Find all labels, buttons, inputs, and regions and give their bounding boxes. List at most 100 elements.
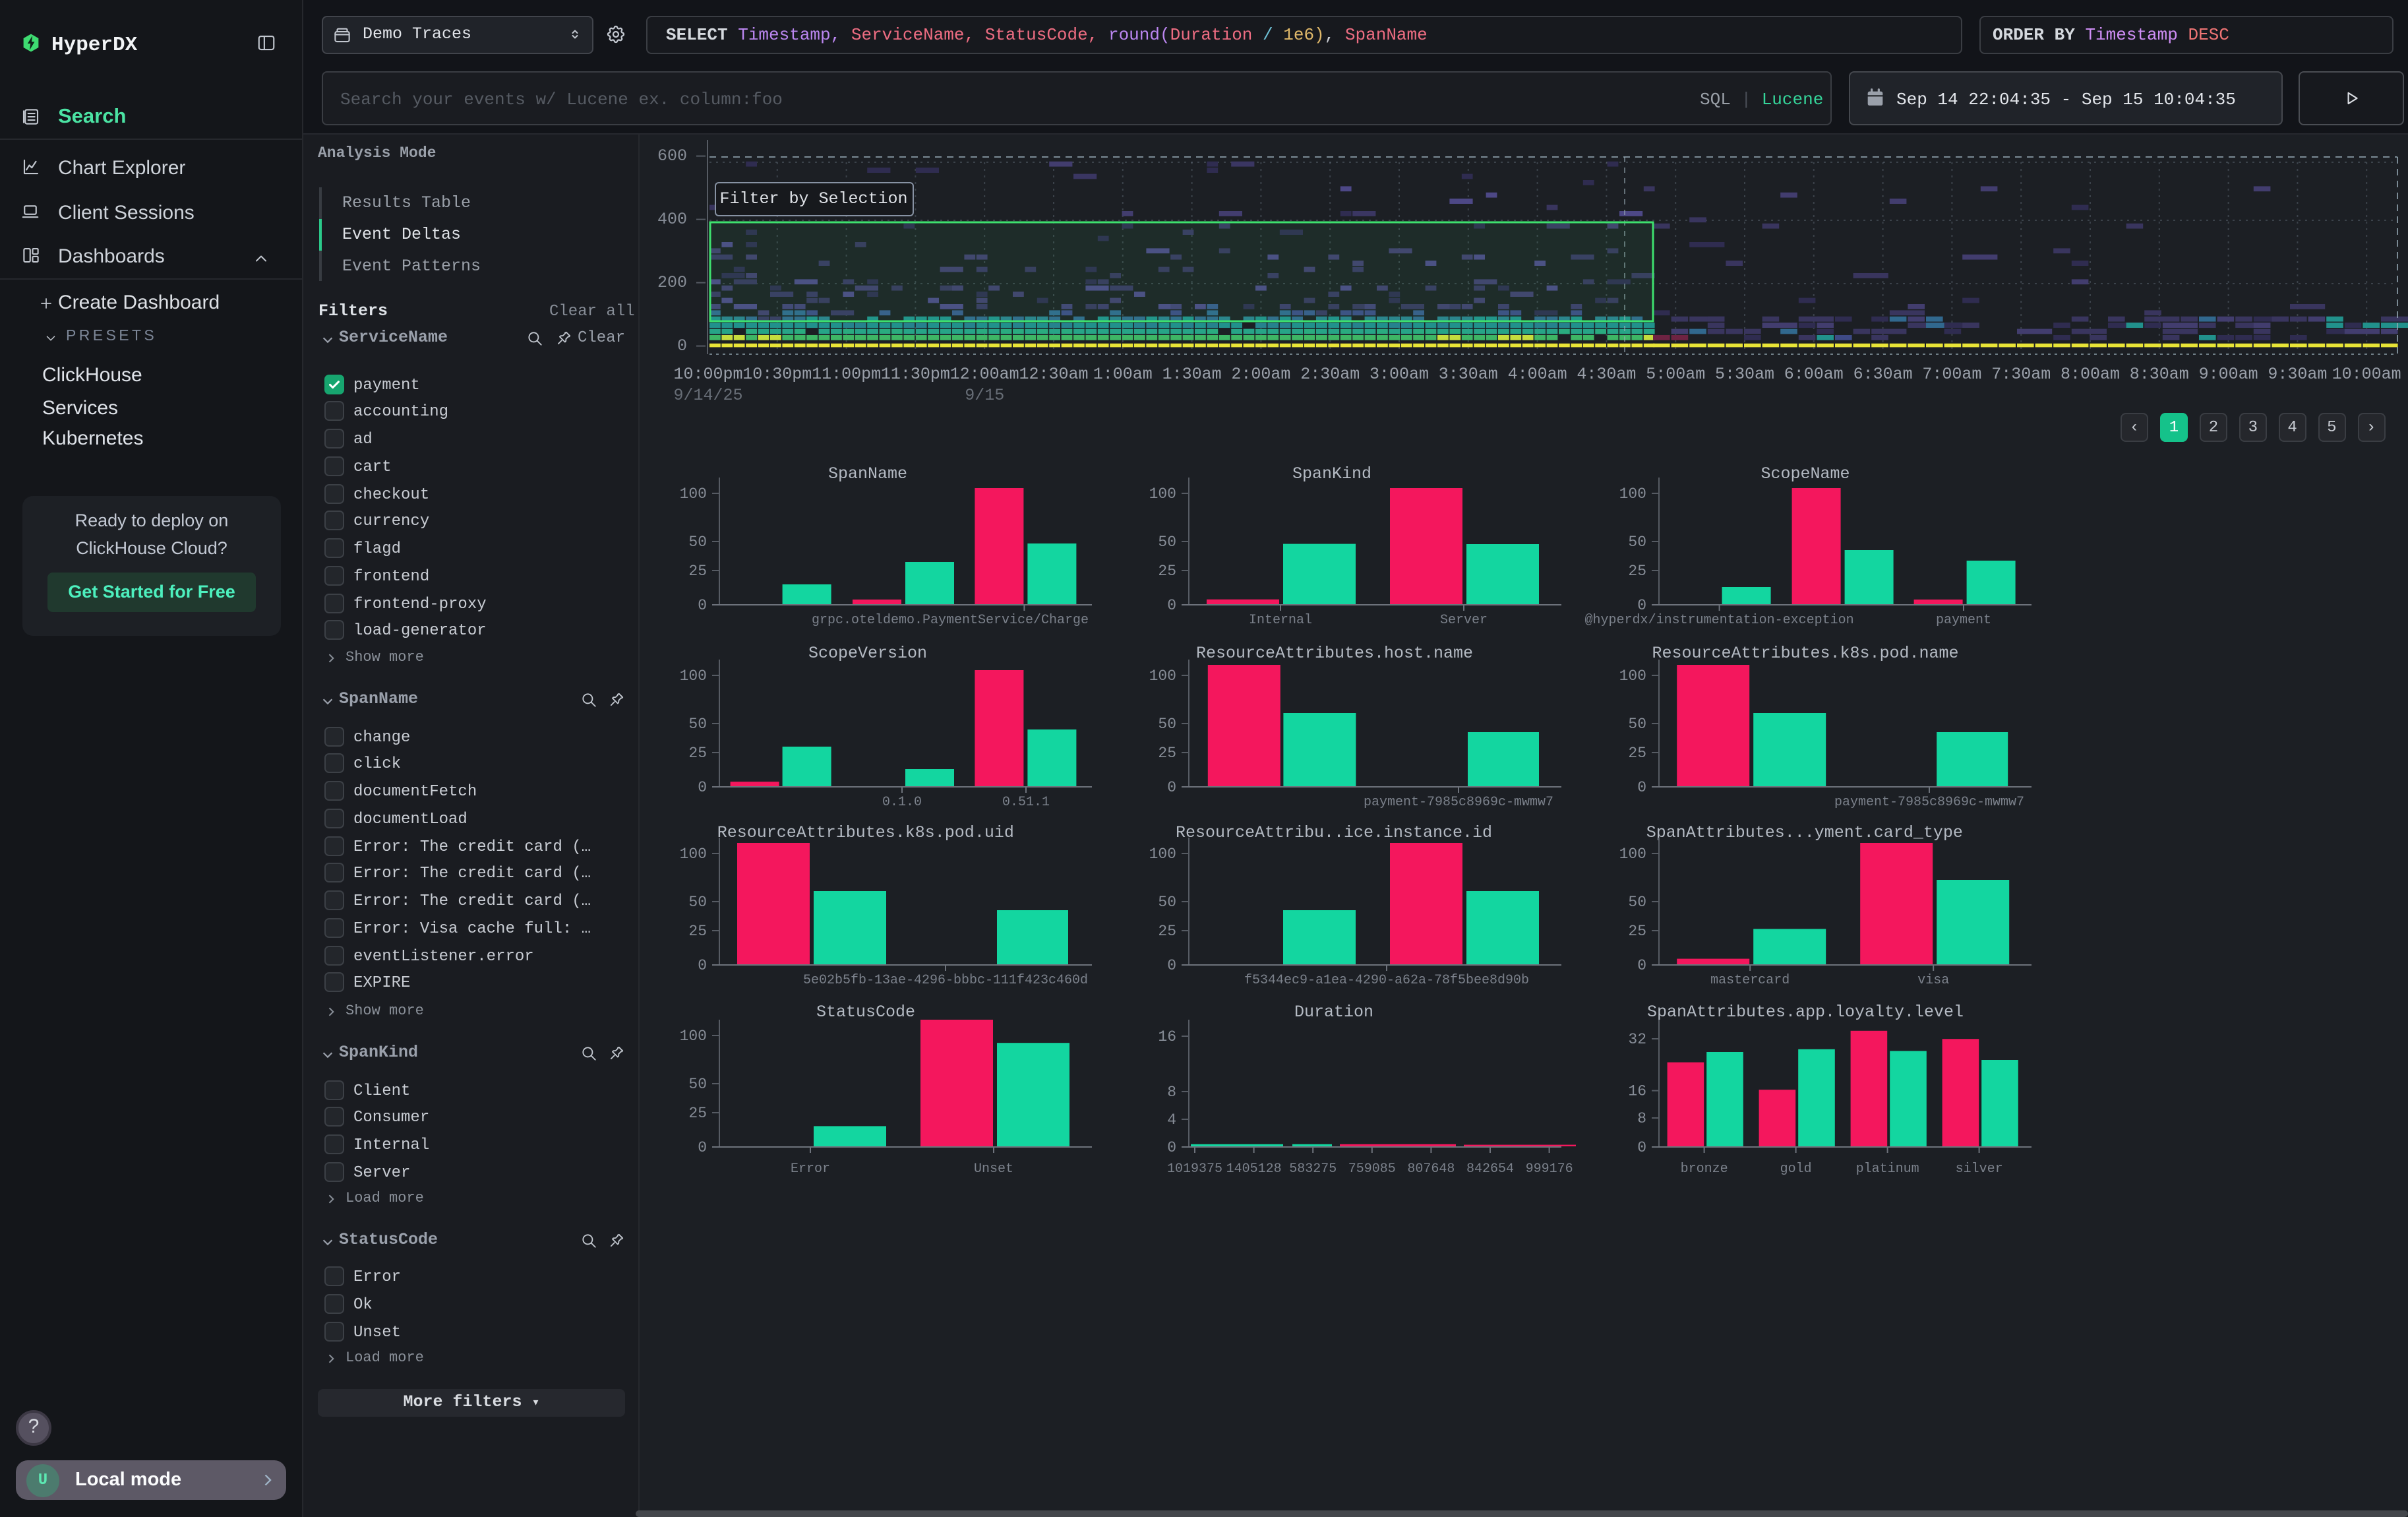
svg-text:3:00am: 3:00am [1370,365,1429,384]
svg-text:0.1.0: 0.1.0 [882,795,922,810]
svg-text:842654: 842654 [1466,1161,1514,1177]
svg-text:25: 25 [1158,745,1176,762]
svg-text:4:00am: 4:00am [1508,365,1567,384]
svg-text:Internal: Internal [1249,613,1312,628]
svg-text:5:00am: 5:00am [1646,365,1705,384]
svg-text:SpanAttributes...yment.card_ty: SpanAttributes...yment.card_type [1646,823,1963,842]
svg-text:StatusCode: StatusCode [816,1003,915,1022]
svg-text:f5344ec9-a1ea-4290-a62a-78f5be: f5344ec9-a1ea-4290-a62a-78f5bee8d90b [1244,973,1529,988]
svg-text:4:30am: 4:30am [1577,365,1636,384]
svg-text:8:30am: 8:30am [2130,365,2189,384]
svg-text:ResourceAttributes.host.name: ResourceAttributes.host.name [1196,644,1473,663]
svg-text:bronze: bronze [1681,1161,1728,1177]
svg-text:0: 0 [698,957,707,974]
svg-text:1:00am: 1:00am [1093,365,1153,384]
svg-text:ScopeVersion: ScopeVersion [808,644,927,663]
svg-text:200: 200 [657,273,687,292]
svg-text:100: 100 [680,667,707,685]
svg-text:7:30am: 7:30am [1991,365,2051,384]
svg-text:6:30am: 6:30am [1853,365,1913,384]
svg-text:0: 0 [1167,597,1176,614]
svg-text:0: 0 [698,779,707,796]
svg-text:Server: Server [1440,613,1488,628]
svg-text:50: 50 [1628,534,1646,551]
svg-text:9:00am: 9:00am [2199,365,2258,384]
svg-text:6:00am: 6:00am [1784,365,1844,384]
svg-text:1405128: 1405128 [1226,1161,1282,1177]
svg-text:0: 0 [1167,1139,1176,1156]
svg-text:0.51.1: 0.51.1 [1002,795,1050,810]
svg-text:759085: 759085 [1348,1161,1396,1177]
svg-text:25: 25 [688,745,707,762]
svg-text:10:30pm: 10:30pm [742,365,812,384]
svg-text:8: 8 [1167,1084,1176,1101]
svg-text:Unset: Unset [974,1161,1013,1177]
svg-text:50: 50 [688,894,707,911]
svg-text:11:00pm: 11:00pm [812,365,881,384]
svg-text:9:30am: 9:30am [2268,365,2327,384]
svg-text:100: 100 [680,1028,707,1045]
svg-text:0: 0 [1637,779,1646,796]
svg-text:999176: 999176 [1526,1161,1573,1177]
svg-text:10:00pm: 10:00pm [673,365,742,384]
svg-text:8: 8 [1637,1110,1646,1127]
svg-text:5:30am: 5:30am [1715,365,1774,384]
svg-text:16: 16 [1158,1028,1176,1045]
svg-text:2:30am: 2:30am [1300,365,1360,384]
svg-text:payment-7985c8969c-mwmw7: payment-7985c8969c-mwmw7 [1364,795,1553,810]
svg-text:100: 100 [1149,846,1176,863]
svg-text:Duration: Duration [1294,1003,1373,1022]
svg-text:4: 4 [1167,1111,1176,1129]
svg-text:50: 50 [1628,716,1646,733]
svg-text:platinum: platinum [1856,1161,1919,1177]
svg-text:25: 25 [688,1105,707,1122]
svg-text:9/14/25: 9/14/25 [673,386,742,405]
svg-text:50: 50 [1628,894,1646,911]
svg-text:807648: 807648 [1407,1161,1455,1177]
svg-text:100: 100 [1149,485,1176,503]
svg-text:25: 25 [688,923,707,940]
svg-text:12:00am: 12:00am [950,365,1019,384]
svg-text:0: 0 [698,1139,707,1156]
svg-text:600: 600 [657,146,687,166]
svg-text:mastercard: mastercard [1710,973,1790,988]
svg-text:50: 50 [688,1076,707,1093]
svg-text:visa: visa [1917,973,1949,988]
svg-text:0: 0 [677,336,687,356]
svg-text:7:00am: 7:00am [1922,365,1981,384]
svg-text:100: 100 [680,485,707,503]
svg-text:16: 16 [1628,1083,1646,1100]
svg-text:583275: 583275 [1289,1161,1337,1177]
svg-text:100: 100 [680,846,707,863]
svg-text:SpanName: SpanName [828,464,907,483]
svg-text:ScopeName: ScopeName [1761,464,1850,483]
svg-text:3:30am: 3:30am [1439,365,1498,384]
svg-text:SpanKind: SpanKind [1292,464,1371,483]
svg-text:50: 50 [1158,894,1176,911]
svg-text:25: 25 [1158,563,1176,580]
svg-text:400: 400 [657,210,687,229]
svg-text:ResourceAttributes.k8s.pod.nam: ResourceAttributes.k8s.pod.name [1652,644,1958,663]
svg-text:SpanAttributes.app.loyalty.lev: SpanAttributes.app.loyalty.level [1647,1003,1964,1022]
svg-text:ResourceAttributes.k8s.pod.uid: ResourceAttributes.k8s.pod.uid [717,823,1014,842]
svg-text:100: 100 [1619,667,1646,685]
svg-text:1:30am: 1:30am [1162,365,1222,384]
svg-text:@hyperdx/instrumentation-excep: @hyperdx/instrumentation-exception [1585,613,1854,628]
svg-text:silver: silver [1956,1161,2003,1177]
svg-text:Error: Error [791,1161,830,1177]
svg-text:25: 25 [1628,745,1646,762]
svg-text:100: 100 [1619,846,1646,863]
svg-text:grpc.oteldemo.PaymentService/C: grpc.oteldemo.PaymentService/Charge [812,613,1089,628]
svg-text:gold: gold [1780,1161,1812,1177]
svg-text:50: 50 [688,716,707,733]
svg-text:0: 0 [1167,957,1176,974]
svg-text:1019375: 1019375 [1167,1161,1222,1177]
svg-text:50: 50 [1158,716,1176,733]
svg-text:10:00am: 10:00am [2332,365,2401,384]
svg-text:11:30pm: 11:30pm [881,365,950,384]
svg-text:9/15: 9/15 [965,386,1004,405]
svg-text:payment: payment [1936,613,1991,628]
svg-text:5e02b5fb-13ae-4296-bbbc-111f42: 5e02b5fb-13ae-4296-bbbc-111f423c460d [803,973,1088,988]
svg-text:50: 50 [688,534,707,551]
svg-text:0: 0 [698,597,707,614]
